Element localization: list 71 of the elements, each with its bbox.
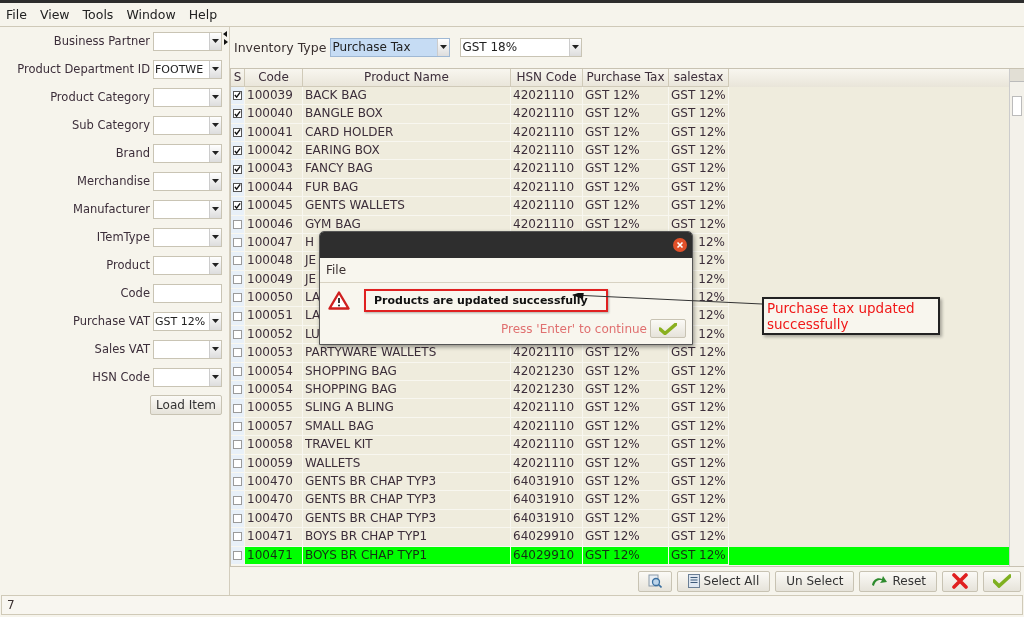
table-cell: GST 12% — [669, 160, 729, 179]
table-cell: 100040 — [245, 105, 303, 124]
table-cell: 100055 — [245, 399, 303, 418]
table-cell: 42021110 — [511, 123, 583, 142]
table-cell: 42021110 — [511, 197, 583, 216]
table-cell: 100051 — [245, 307, 303, 326]
table-cell: TRAVEL KIT — [303, 436, 511, 455]
table-cell: WALLETS — [303, 454, 511, 473]
field-label: ITemType — [96, 230, 150, 244]
table-cell: GENTS WALLETS — [303, 197, 511, 216]
table-cell: BOYS BR CHAP TYP1 — [303, 546, 511, 565]
field-label: Product Department ID — [17, 62, 150, 76]
callout-note: Purchase tax updated successfully — [762, 297, 940, 335]
table-cell: 100471 — [245, 546, 303, 565]
table-cell: GST 12% — [669, 436, 729, 455]
field-label: Product — [106, 258, 150, 272]
table-cell: 64031910 — [511, 491, 583, 510]
table-cell: 100041 — [245, 123, 303, 142]
table-cell: GST 12% — [583, 436, 669, 455]
field-label: Brand — [115, 146, 150, 160]
table-cell: GST 12% — [583, 528, 669, 547]
table-cell: GST 12% — [669, 105, 729, 124]
table-cell: 42021110 — [511, 436, 583, 455]
table-cell: 42021110 — [511, 454, 583, 473]
table-cell: GST 12% — [583, 546, 669, 565]
table-cell: GST 12% — [583, 105, 669, 124]
table-cell: GST 12% — [669, 528, 729, 547]
field-label: Product Category — [50, 90, 150, 104]
table-cell: 42021110 — [511, 399, 583, 418]
field-label: Code — [120, 286, 150, 300]
table-cell: 100058 — [245, 436, 303, 455]
table-cell: 42021110 — [511, 160, 583, 179]
table-cell: GST 12% — [583, 123, 669, 142]
table-cell: BOYS BR CHAP TYP1 — [303, 528, 511, 547]
table-cell: SLING A BLING — [303, 399, 511, 418]
table-cell: 100471 — [245, 528, 303, 547]
field-label: Purchase VAT — [73, 314, 150, 328]
table-cell: 100045 — [245, 197, 303, 216]
table-cell: GST 12% — [669, 123, 729, 142]
table-cell: GST 12% — [669, 546, 729, 565]
table-cell: 100053 — [245, 344, 303, 363]
field-label: Sales VAT — [94, 342, 150, 356]
table-cell: 100043 — [245, 160, 303, 179]
table-cell: 64029910 — [511, 528, 583, 547]
table-cell: BANGLE BOX — [303, 105, 511, 124]
table-cell: GST 12% — [583, 491, 669, 510]
table-cell: 100059 — [245, 454, 303, 473]
table-cell: GST 12% — [669, 491, 729, 510]
table-cell: 100470 — [245, 491, 303, 510]
table-cell: GST 12% — [583, 399, 669, 418]
table-cell: GST 12% — [669, 197, 729, 216]
status-text: 7 — [7, 598, 15, 612]
table-cell: CARD HOLDER — [303, 123, 511, 142]
table-cell: 100048 — [245, 252, 303, 271]
field-label: Manufacturer — [72, 202, 150, 216]
table-cell: 64029910 — [511, 546, 583, 565]
field-label: Inventory Type — [234, 39, 327, 55]
message-text: Products are updated successfully — [364, 288, 608, 312]
table-cell: GST 12% — [669, 454, 729, 473]
field-label: Sub Category — [71, 118, 150, 132]
table-cell: 42021110 — [511, 105, 583, 124]
table-cell: GENTS BR CHAP TYP3 — [303, 491, 511, 510]
field-label: Business Partner — [53, 34, 150, 48]
table-cell: GST 12% — [583, 454, 669, 473]
table-cell: FANCY BAG — [303, 160, 511, 179]
field-label: Merchandise — [77, 174, 150, 188]
table-cell: GST 12% — [669, 399, 729, 418]
table-cell: GST 12% — [583, 160, 669, 179]
field-label: HSN Code — [92, 370, 150, 384]
table-cell: 100046 — [245, 215, 303, 234]
table-cell: GST 12% — [583, 197, 669, 216]
